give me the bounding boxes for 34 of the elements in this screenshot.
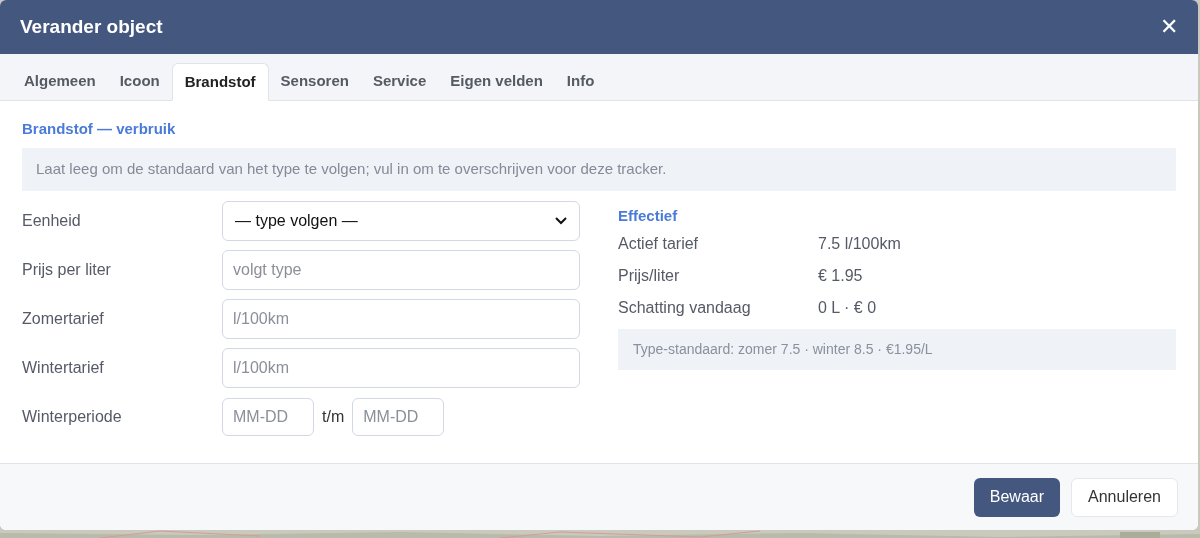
date-field[interactable]: MM-DD (222, 397, 314, 436)
tab[interactable]: Icoon (107, 62, 172, 100)
hint-text: Laat leeg om de standaard van het type te volgen; vul in om te overschrijven voor deze tracker. (22, 148, 1176, 191)
chevron-down-icon (555, 216, 567, 225)
input-field[interactable]: l/100km (222, 347, 580, 388)
cancel-button[interactable]: Annuleren (1071, 477, 1178, 517)
field-label: Wintertarief (22, 357, 105, 378)
input-field[interactable]: l/100km (222, 298, 580, 339)
tab[interactable]: Algemeen (12, 62, 108, 100)
default-note: Type-standaard: zomer 7.5 · winter 8.5 · €1.95/L (618, 329, 1176, 370)
stat-label: Actief tarief (618, 234, 700, 254)
stat-value: 0 L · € 0 (818, 298, 877, 318)
field-label: Zomertarief (22, 308, 105, 329)
effective-title: Effectief (618, 205, 679, 226)
tab[interactable]: Eigen velden (438, 62, 555, 100)
close-button[interactable]: ✕ (1160, 16, 1178, 38)
section-title: Brandstof — verbruik (22, 121, 177, 136)
save-button[interactable]: Bewaar (973, 477, 1061, 517)
field-label: Eenheid (22, 210, 82, 231)
tab[interactable]: Info (554, 62, 607, 100)
field-label: Prijs per liter (22, 259, 112, 280)
dialog-title: Verander object (20, 14, 163, 39)
range-separator: t/m (322, 406, 345, 427)
stat-value: € 1.95 (818, 266, 863, 286)
tab[interactable]: Service (360, 62, 439, 100)
stat-label: Schatting vandaag (618, 298, 752, 318)
date-field[interactable]: MM-DD (352, 397, 445, 436)
tab[interactable]: Brandstof (171, 63, 269, 101)
stat-value: 7.5 l/100km (818, 234, 901, 254)
unit-select[interactable]: — type volgen — (222, 200, 580, 241)
stat-label: Prijs/liter (618, 266, 681, 286)
input-field[interactable]: volgt type (222, 249, 580, 290)
field-label: Winterperiode (22, 406, 123, 427)
tab[interactable]: Sensoren (268, 62, 361, 100)
